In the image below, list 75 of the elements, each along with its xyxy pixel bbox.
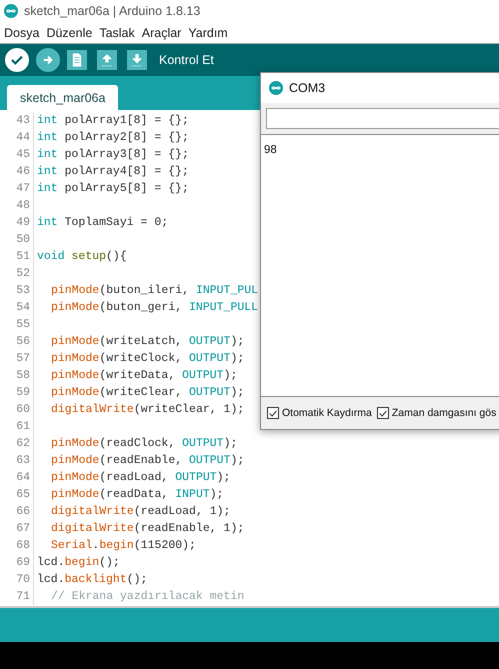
code-line: digitalWrite(readEnable, 1); xyxy=(50,522,244,535)
line-number: 60 xyxy=(0,401,34,418)
line-number: 63 xyxy=(0,452,34,469)
line-number: 70 xyxy=(0,571,34,588)
line-number: 57 xyxy=(0,350,34,367)
code-line: lcd.begin(); xyxy=(36,556,120,569)
code-line: pinMode(buton_ileri, INPUT_PUL xyxy=(50,284,258,297)
line-number: 54 xyxy=(0,299,34,316)
menu-item[interactable]: Taslak xyxy=(99,26,135,40)
code-line: lcd.backlight(); xyxy=(36,573,148,586)
line-number: 56 xyxy=(0,333,34,350)
line-number: 55 xyxy=(0,316,34,333)
checkbox[interactable] xyxy=(267,407,279,419)
line-number: 67 xyxy=(0,520,34,537)
arrow-right-button[interactable] xyxy=(36,48,60,72)
code-line: int polArray4[8] = {}; xyxy=(36,165,189,178)
line-number: 43 xyxy=(0,112,34,129)
code-line: // Ekrana yazdırılacak metin xyxy=(50,590,244,603)
output-text: 98 xyxy=(264,144,277,156)
code-line: int polArray5[8] = {}; xyxy=(36,182,189,195)
code-line: pinMode(writeData, OUTPUT); xyxy=(50,369,238,382)
code-line: pinMode(writeClock, OUTPUT); xyxy=(50,352,244,365)
menu-item[interactable]: Araçlar xyxy=(142,26,182,40)
line-number: 71 xyxy=(0,588,34,605)
checkbox-label: Zaman damgasını gös xyxy=(392,407,496,419)
line-number: 53 xyxy=(0,282,34,299)
arrow-down-button[interactable] xyxy=(127,50,147,70)
code-line: int polArray1[8] = {}; xyxy=(36,114,189,127)
menu-item[interactable]: Dosya xyxy=(4,26,40,40)
line-number: 46 xyxy=(0,163,34,180)
code-line: pinMode(buton_geri, INPUT_PULL xyxy=(50,301,258,314)
line-number: 52 xyxy=(0,265,34,282)
line-number: 45 xyxy=(0,146,34,163)
checkbox[interactable] xyxy=(376,407,389,419)
line-number: 47 xyxy=(0,180,34,197)
line-number: 66 xyxy=(0,503,34,520)
line-number: 69 xyxy=(0,554,34,571)
code-line: int polArray2[8] = {}; xyxy=(36,131,189,144)
checkbox-label: Otomatik Kaydırma xyxy=(282,407,372,419)
document-button[interactable] xyxy=(67,50,87,70)
code-line: pinMode(readClock, OUTPUT); xyxy=(50,437,238,450)
code-line: Serial.begin(115200); xyxy=(50,539,196,552)
code-line: void setup(){ xyxy=(36,250,127,263)
code-line: pinMode(writeClear, OUTPUT); xyxy=(50,386,244,399)
code-line: pinMode(readData, INPUT); xyxy=(50,488,224,501)
sketch-tab[interactable]: sketch_mar06a xyxy=(7,85,118,110)
code-line: int polArray3[8] = {}; xyxy=(36,148,189,161)
code-line: pinMode(readLoad, OUTPUT); xyxy=(50,471,230,484)
window-title: COM3 xyxy=(289,81,326,95)
line-number: 44 xyxy=(0,129,34,146)
app-logo-icon xyxy=(4,4,18,18)
window-title: sketch_mar06a | Arduino 1.8.13 xyxy=(24,4,200,18)
line-number: 64 xyxy=(0,469,34,486)
line-number: 48 xyxy=(0,197,34,214)
line-number: 50 xyxy=(0,231,34,248)
line-number: 68 xyxy=(0,537,34,554)
code-line: pinMode(writeLatch, OUTPUT); xyxy=(50,335,244,348)
code-line: pinMode(readEnable, OUTPUT); xyxy=(50,454,244,467)
line-number: 65 xyxy=(0,486,34,503)
line-number: 61 xyxy=(0,418,34,435)
menu-item[interactable]: Yardım xyxy=(188,26,228,40)
tooltip-label: Kontrol Et xyxy=(159,53,214,67)
line-number: 62 xyxy=(0,435,34,452)
app-logo-icon xyxy=(269,81,283,95)
line-number: 51 xyxy=(0,248,34,265)
line-number: 49 xyxy=(0,214,34,231)
code-line: digitalWrite(readLoad, 1); xyxy=(50,505,230,518)
code-line: digitalWrite(writeClear, 1); xyxy=(50,403,244,416)
menu-item[interactable]: Düzenle xyxy=(46,26,92,40)
check-button[interactable] xyxy=(5,48,29,72)
input-field[interactable] xyxy=(266,108,499,129)
code-line: int ToplamSayi = 0; xyxy=(36,216,168,229)
line-number: 58 xyxy=(0,367,34,384)
line-number: 59 xyxy=(0,384,34,401)
arrow-up-button[interactable] xyxy=(97,50,117,70)
